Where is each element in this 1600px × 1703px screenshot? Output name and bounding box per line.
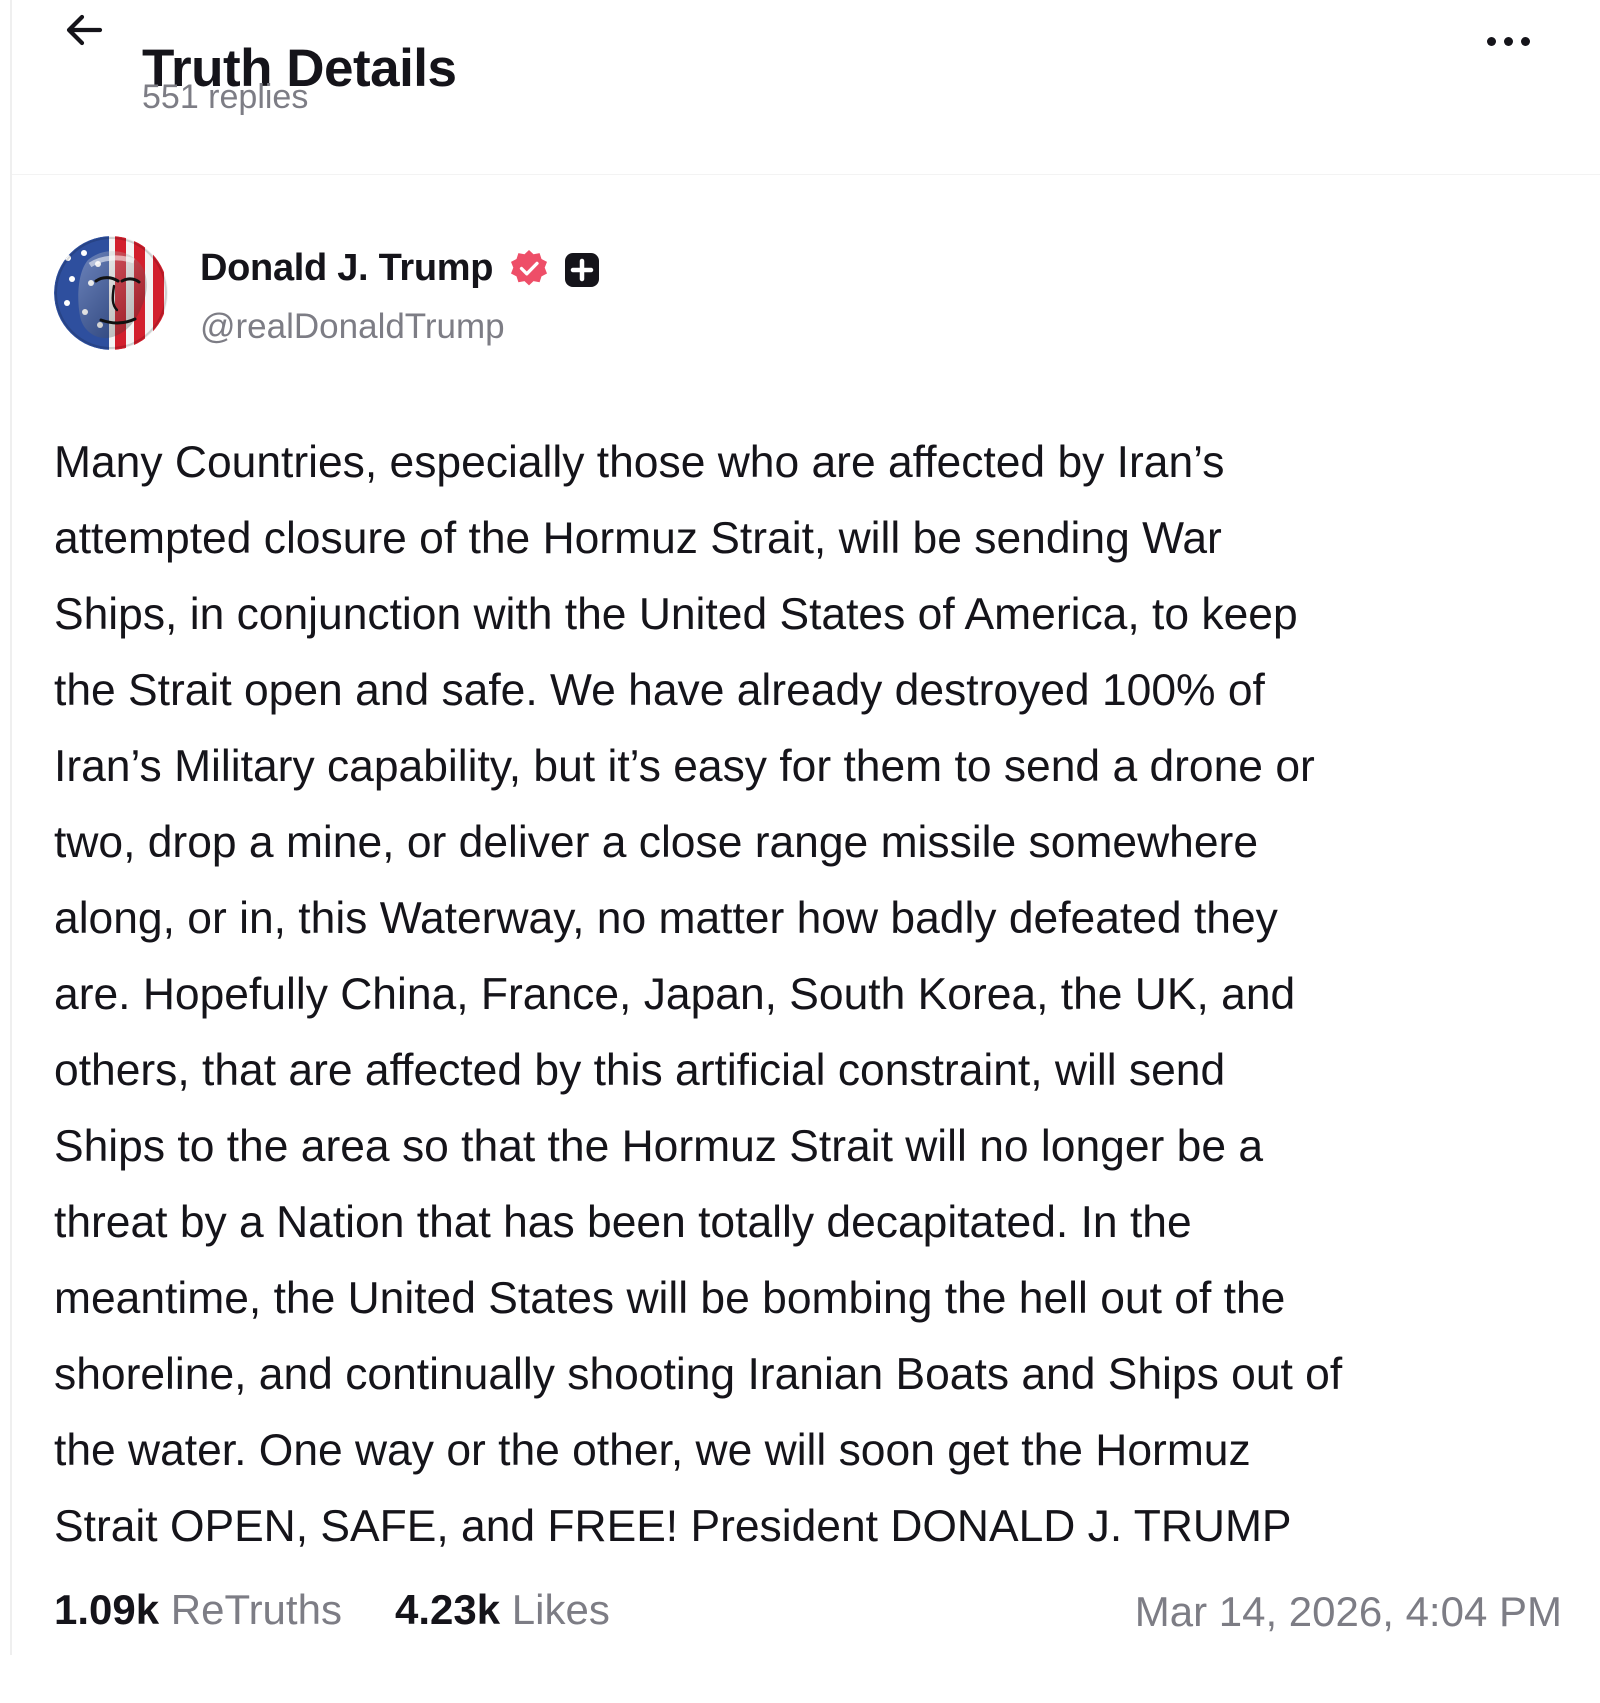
plus-square-icon <box>562 250 602 290</box>
arrow-left-icon <box>60 6 108 59</box>
more-options-button[interactable] <box>1474 20 1542 62</box>
more-horizontal-icon-dot <box>1503 36 1513 46</box>
more-horizontal-icon-dot <box>1520 36 1530 46</box>
post-text: Many Countries, especially those who are… <box>54 438 1343 1551</box>
retruths-label: ReTruths <box>170 1586 342 1633</box>
author-display-name[interactable]: Donald J. Trump <box>200 244 494 292</box>
reply-count: 551 replies <box>142 78 309 116</box>
post-timestamp: Mar 14, 2026, 4:04 PM <box>1134 1588 1562 1635</box>
likes-count: 4.23k <box>395 1586 501 1633</box>
page-header: Truth Details 551 replies <box>0 0 1600 175</box>
retruths-stat[interactable]: 1.09k ReTruths <box>54 1582 342 1638</box>
back-button[interactable] <box>56 4 112 60</box>
verified-icon <box>508 248 550 290</box>
truth-details-page: Truth Details 551 replies Donald J. Trum… <box>0 0 1600 1703</box>
more-horizontal-icon <box>1486 36 1496 46</box>
author-handle[interactable]: @realDonaldTrump <box>200 304 505 350</box>
likes-label: Likes <box>511 1586 610 1633</box>
retruths-count: 1.09k <box>54 1586 160 1633</box>
header-divider <box>12 174 1600 175</box>
likes-stat[interactable]: 4.23k Likes <box>395 1582 610 1638</box>
post-author: Donald J. Trump @realDonaldTrump <box>0 236 900 356</box>
avatar[interactable] <box>54 236 168 350</box>
post-footer: 1.09k ReTruths 4.23k Likes Mar 14, 2026,… <box>0 1582 1600 1642</box>
